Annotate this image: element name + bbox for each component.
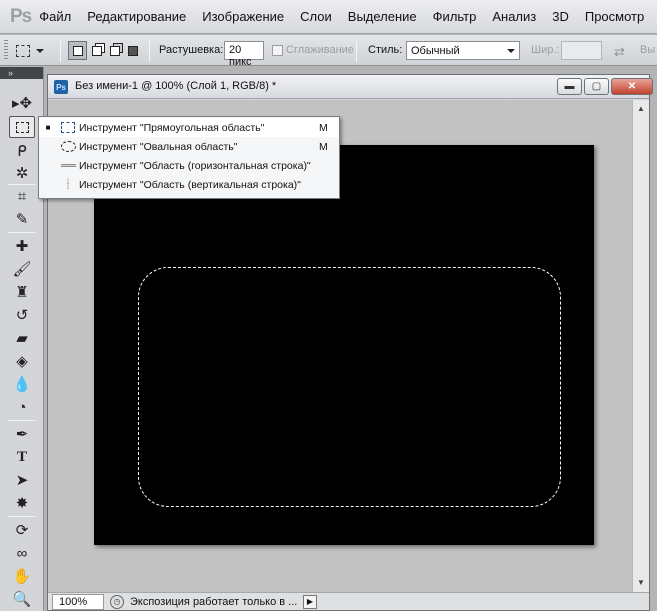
marquee-tool-flyout: ■ Инструмент "Прямоугольная область" M И… xyxy=(38,116,340,199)
status-text: Экспозиция работает только в ... xyxy=(130,595,298,608)
flyout-item-label: Инструмент "Область (горизонтальная стро… xyxy=(79,159,311,172)
menu-image[interactable]: Изображение xyxy=(194,9,292,24)
single-column-marquee-icon: ⁞ ⁞ xyxy=(67,178,69,191)
rectangular-marquee-icon xyxy=(57,122,79,133)
history-brush-tool-icon[interactable]: ↺ xyxy=(9,304,35,326)
document-titlebar[interactable]: Ps Без имени-1 @ 100% (Слой 1, RGB/8) * … xyxy=(48,75,653,99)
antialias-checkbox[interactable] xyxy=(272,45,283,56)
flyout-item-shortcut: M xyxy=(319,121,328,134)
toolbox-collapse-icon[interactable]: » xyxy=(0,67,43,79)
magic-wand-tool-icon[interactable]: ✲ xyxy=(9,162,35,184)
height-label: Вы xyxy=(640,44,656,56)
menu-analysis[interactable]: Анализ xyxy=(484,9,544,24)
divider xyxy=(8,232,36,233)
vertical-scrollbar[interactable]: ▲ ▼ xyxy=(632,100,649,592)
healing-brush-tool-icon[interactable]: ✚ xyxy=(9,235,35,257)
path-selection-tool-icon[interactable]: ➤ xyxy=(9,469,35,491)
crop-tool-icon[interactable]: ⌗ xyxy=(9,185,35,207)
minimize-button[interactable]: ▬ xyxy=(557,78,582,95)
chevron-down-icon xyxy=(507,48,515,53)
menu-3d[interactable]: 3D xyxy=(544,9,577,24)
3d-orbit-tool-icon[interactable]: ∞ xyxy=(9,542,35,564)
menu-edit[interactable]: Редактирование xyxy=(79,9,194,24)
3d-rotate-tool-icon[interactable]: ⟳ xyxy=(9,519,35,541)
feather-label: Растушевка: xyxy=(159,44,224,56)
tool-preset-picker[interactable] xyxy=(16,40,56,61)
type-tool-icon[interactable]: T xyxy=(9,446,35,468)
divider xyxy=(60,39,61,62)
divider xyxy=(8,516,36,517)
zoom-tool-icon[interactable]: 🔍 xyxy=(9,588,35,610)
document-title: Без имени-1 @ 100% (Слой 1, RGB/8) * xyxy=(75,80,277,92)
divider xyxy=(8,420,36,421)
antialias-label: Сглаживание xyxy=(286,44,354,56)
new-selection-icon xyxy=(72,45,83,56)
flyout-item-label: Инструмент "Прямоугольная область" xyxy=(79,121,265,134)
marquee-preset-icon xyxy=(16,44,30,57)
document-ps-icon: Ps xyxy=(54,80,68,94)
single-row-marquee-icon: ═══ xyxy=(60,161,76,170)
width-label: Шир.: xyxy=(531,44,560,56)
hand-tool-icon[interactable]: ✋ xyxy=(9,565,35,587)
status-info-icon[interactable]: ◷ xyxy=(110,594,124,609)
chevron-down-icon xyxy=(36,48,44,53)
photoshop-logo: Ps xyxy=(10,5,32,27)
blur-tool-icon[interactable]: 💧 xyxy=(9,373,35,395)
pen-tool-icon[interactable]: ✒ xyxy=(9,423,35,445)
subtract-from-selection-button[interactable] xyxy=(105,41,124,60)
flyout-item-single-row-marquee[interactable]: ═══ Инструмент "Область (горизонтальная … xyxy=(39,156,339,175)
width-input[interactable] xyxy=(561,41,602,60)
selection-marquee xyxy=(138,267,561,507)
move-tool-icon[interactable]: ▸✥ xyxy=(9,92,35,114)
intersect-selection-icon xyxy=(127,45,138,56)
options-bar: Растушевка: 20 пикс Сглаживание Стиль: О… xyxy=(0,35,657,68)
lasso-tool-icon[interactable]: ᑭ xyxy=(9,140,35,162)
flyout-item-label: Инструмент "Область (вертикальная строка… xyxy=(79,178,301,191)
custom-shape-tool-icon[interactable]: ✸ xyxy=(9,492,35,514)
style-select-value: Обычный xyxy=(411,44,460,57)
menu-window[interactable]: О xyxy=(652,9,657,24)
status-menu-arrow-icon[interactable]: ▶ xyxy=(303,594,317,609)
paint-bucket-tool-icon[interactable]: ◈ xyxy=(9,350,35,372)
maximize-button[interactable]: ▢ xyxy=(584,78,609,95)
zoom-level-field[interactable]: 100% xyxy=(52,593,104,610)
flyout-item-label: Инструмент "Овальная область" xyxy=(79,140,238,153)
scroll-up-icon[interactable]: ▲ xyxy=(635,102,647,114)
eyedropper-tool-icon[interactable]: ✎ xyxy=(9,208,35,230)
subtract-selection-icon xyxy=(109,45,120,56)
divider xyxy=(149,39,150,62)
menu-layers[interactable]: Слои xyxy=(292,9,340,24)
menu-filter[interactable]: Фильтр xyxy=(425,9,485,24)
eraser-tool-icon[interactable]: ▰ xyxy=(9,327,35,349)
elliptical-marquee-icon xyxy=(57,141,79,152)
options-grip[interactable] xyxy=(4,40,8,61)
flyout-item-elliptical-marquee[interactable]: Инструмент "Овальная область" M xyxy=(39,137,339,156)
add-selection-icon xyxy=(91,45,102,56)
style-label: Стиль: xyxy=(368,44,403,56)
flyout-item-single-column-marquee[interactable]: ⁞ ⁞ Инструмент "Область (вертикальная стр… xyxy=(39,175,339,194)
flyout-item-shortcut: M xyxy=(319,140,328,153)
status-bar: 100% ◷ Экспозиция работает только в ... … xyxy=(48,592,649,610)
new-selection-button[interactable] xyxy=(68,41,87,60)
dodge-tool-icon[interactable]: ◔ xyxy=(9,396,35,418)
document-canvas[interactable] xyxy=(94,145,594,545)
swap-dimensions-icon[interactable]: ⇄ xyxy=(614,44,625,60)
selected-bullet-icon: ■ xyxy=(45,123,51,132)
clone-stamp-tool-icon[interactable]: ♜ xyxy=(9,281,35,303)
style-select[interactable]: Обычный xyxy=(406,41,520,60)
menu-view[interactable]: Просмотр xyxy=(577,9,652,24)
menu-select[interactable]: Выделение xyxy=(340,9,425,24)
menu-bar: Ps Файл Редактирование Изображение Слои … xyxy=(0,0,657,34)
marquee-tool-icon[interactable] xyxy=(9,116,35,138)
scroll-down-icon[interactable]: ▼ xyxy=(635,576,647,588)
divider xyxy=(356,39,357,62)
intersect-selection-button[interactable] xyxy=(123,41,142,60)
menu-file[interactable]: Файл xyxy=(31,9,79,24)
add-to-selection-button[interactable] xyxy=(87,41,106,60)
close-button[interactable]: ✕ xyxy=(611,78,653,95)
feather-input[interactable]: 20 пикс xyxy=(224,41,264,68)
brush-tool-icon[interactable]: 🖌 xyxy=(9,258,35,280)
flyout-item-rectangular-marquee[interactable]: ■ Инструмент "Прямоугольная область" M xyxy=(39,118,339,137)
